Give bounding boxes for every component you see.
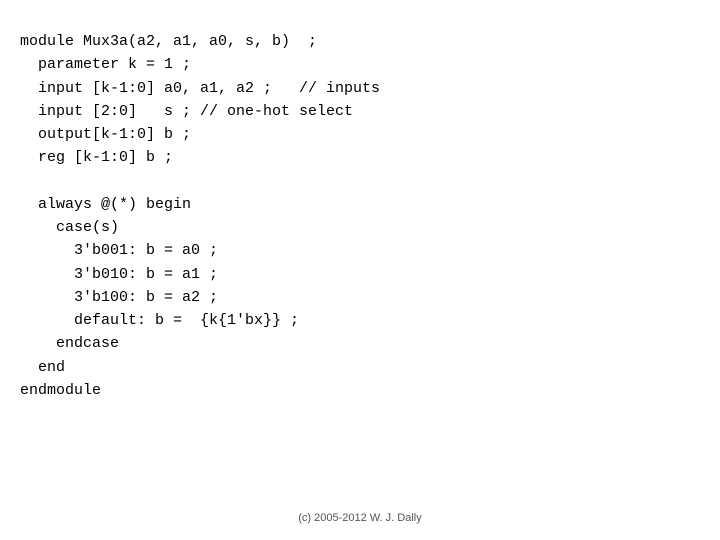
code-block: module Mux3a(a2, a1, a0, s, b) ; paramet… [20, 30, 680, 402]
footer-text: (c) 2005-2012 W. J. Dally [298, 512, 422, 524]
footer: (c) 2005-2012 W. J. Dally [0, 502, 720, 540]
code-container: module Mux3a(a2, a1, a0, s, b) ; paramet… [0, 0, 720, 502]
